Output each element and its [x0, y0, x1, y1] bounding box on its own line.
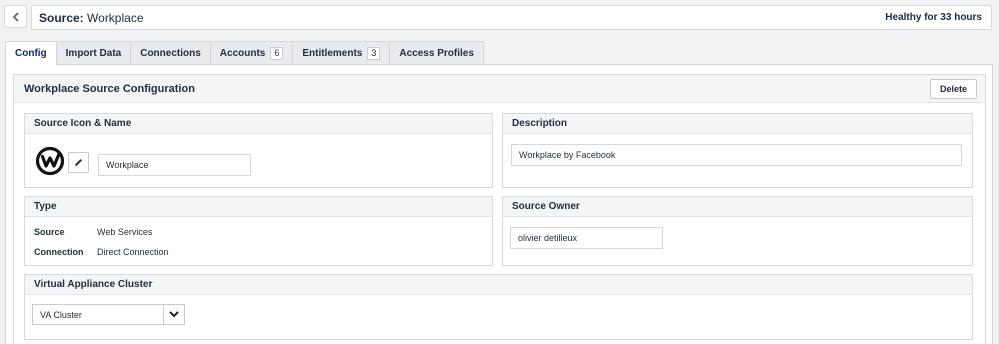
va-cluster-section: Virtual Appliance Cluster VA Cluster	[24, 274, 973, 340]
description-heading: Description	[503, 114, 972, 134]
page-title: Source: Workplace	[39, 11, 144, 25]
tab-import-data[interactable]: Import Data	[55, 41, 132, 65]
type-key: Connection	[34, 247, 84, 257]
type-value: Web Services	[97, 227, 153, 237]
type-section: Type Source Web Services Connection Dire…	[24, 196, 493, 266]
tab-import-data-label: Import Data	[65, 48, 122, 59]
accounts-count-badge: 6	[270, 47, 284, 60]
tab-bar: Config Import Data Connections Accounts 6…	[5, 41, 484, 66]
source-header: Source: Workplace Healthy for 33 hours	[31, 5, 992, 30]
delete-button[interactable]: Delete	[929, 78, 977, 99]
source-icon-name-heading: Source Icon & Name	[25, 114, 492, 134]
source-icon-name-section: Source Icon & Name Workplace	[24, 113, 493, 188]
description-input[interactable]: Workplace by Facebook	[511, 144, 962, 166]
page-title-label: Source:	[39, 10, 84, 25]
workplace-logo	[35, 146, 65, 176]
tab-entitlements[interactable]: Entitlements 3	[292, 41, 391, 65]
tab-config[interactable]: Config	[5, 41, 57, 66]
description-section: Description Workplace by Facebook	[502, 113, 973, 188]
pencil-icon	[75, 159, 82, 166]
va-cluster-heading: Virtual Appliance Cluster	[25, 275, 972, 295]
page-title-value: Workplace	[87, 10, 144, 25]
tab-entitlements-label: Entitlements	[302, 48, 363, 59]
config-header: Workplace Source Configuration Delete	[14, 75, 985, 103]
tab-config-label: Config	[15, 48, 47, 59]
back-button[interactable]	[4, 5, 27, 28]
tab-connections[interactable]: Connections	[130, 41, 211, 65]
type-heading: Type	[25, 197, 492, 217]
tab-access-profiles-label: Access Profiles	[399, 48, 474, 59]
va-cluster-selected: VA Cluster	[40, 309, 82, 320]
va-cluster-select[interactable]: VA Cluster	[32, 304, 185, 325]
entitlements-count-badge: 3	[367, 47, 381, 60]
type-row-source: Source Web Services	[34, 227, 152, 237]
tab-connections-label: Connections	[140, 48, 201, 59]
config-title: Workplace Source Configuration	[24, 82, 195, 95]
tab-accounts-label: Accounts	[219, 48, 266, 59]
tab-accounts[interactable]: Accounts 6	[209, 41, 294, 65]
type-key: Source	[34, 227, 65, 237]
chevron-down-icon[interactable]	[163, 305, 184, 324]
chevron-left-icon	[12, 11, 19, 22]
source-owner-input[interactable]: olivier detilleux	[510, 227, 663, 249]
tab-panel: Workplace Source Configuration Delete So…	[5, 64, 993, 344]
source-configuration-card: Workplace Source Configuration Delete So…	[13, 74, 986, 344]
type-row-connection: Connection Direct Connection	[34, 247, 169, 257]
source-name-input[interactable]: Workplace	[98, 154, 251, 176]
source-owner-section: Source Owner olivier detilleux	[502, 196, 973, 266]
type-value: Direct Connection	[97, 247, 169, 257]
source-owner-heading: Source Owner	[503, 197, 972, 217]
tab-access-profiles[interactable]: Access Profiles	[389, 41, 484, 65]
edit-icon-button[interactable]	[68, 152, 89, 173]
health-status: Healthy for 33 hours	[885, 12, 982, 23]
